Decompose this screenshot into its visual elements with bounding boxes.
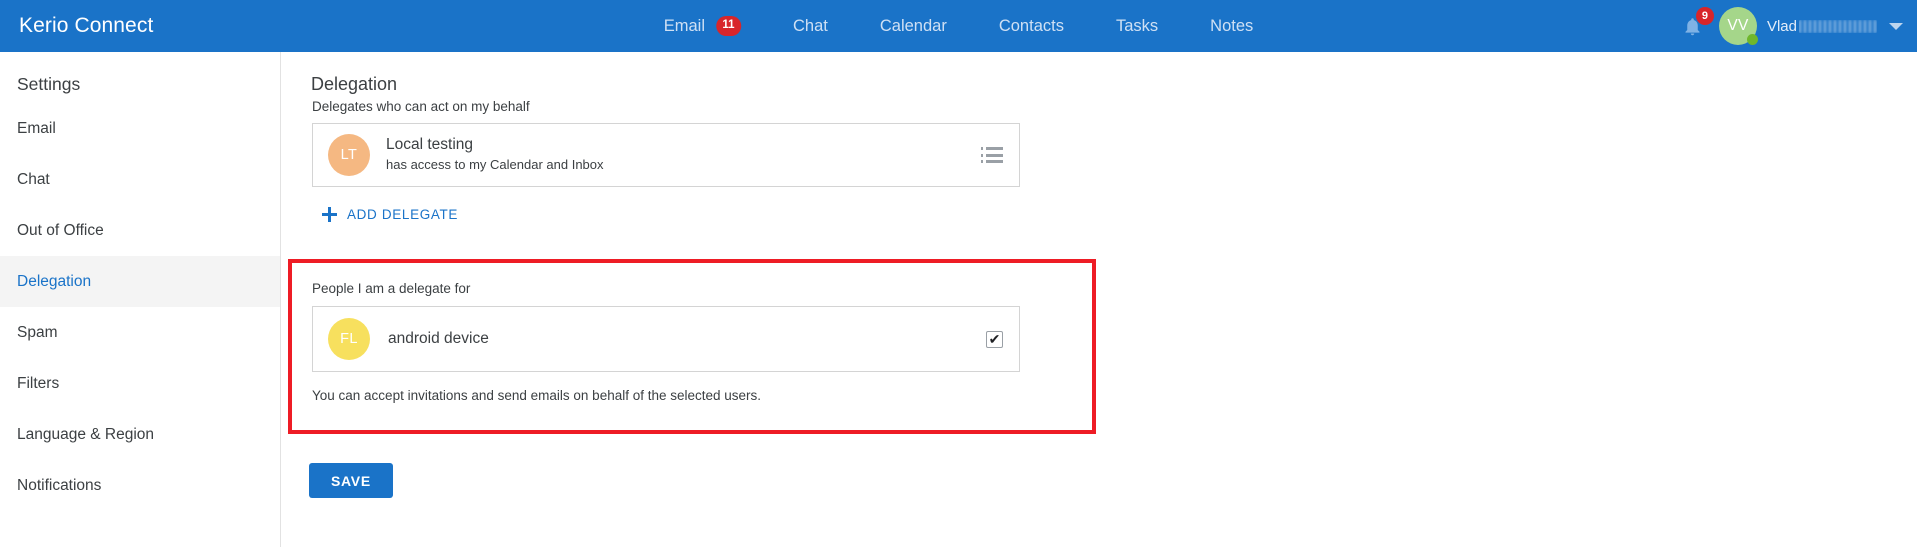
sidebar-item-label: Out of Office — [17, 221, 104, 239]
online-status-dot — [1746, 34, 1758, 45]
nav-item-calendar[interactable]: Calendar — [854, 0, 973, 52]
sidebar-item-label: Language & Region — [17, 425, 155, 443]
sidebar-item-chat[interactable]: Chat — [0, 154, 280, 205]
delegate-for-highlight-box: People I am a delegate for FL android de… — [288, 259, 1096, 434]
delegate-for-avatar: FL — [328, 318, 370, 360]
page-body: Settings Email Chat Out of Office Delega… — [0, 52, 1917, 547]
sidebar-item-out-of-office[interactable]: Out of Office — [0, 205, 280, 256]
sidebar-item-notifications[interactable]: Notifications — [0, 460, 280, 511]
nav-item-tasks[interactable]: Tasks — [1090, 0, 1184, 52]
sidebar-item-label: Filters — [17, 374, 60, 392]
notification-count-badge: 9 — [1695, 7, 1714, 25]
sidebar-item-language-region[interactable]: Language & Region — [0, 409, 280, 460]
delegate-name: Local testing — [386, 136, 474, 154]
notifications-button[interactable]: 9 — [1673, 6, 1714, 46]
chevron-down-icon[interactable] — [1889, 22, 1903, 30]
delegate-for-card[interactable]: FL android device ✔ — [312, 306, 1020, 372]
delegation-content: Delegation Delegates who can act on my b… — [281, 52, 1917, 547]
user-first-name: Vlad — [1766, 17, 1797, 35]
settings-sidebar: Settings Email Chat Out of Office Delega… — [0, 52, 281, 547]
nav-item-chat[interactable]: Chat — [767, 0, 854, 52]
plus-icon — [322, 207, 337, 222]
redacted-last-name — [1799, 19, 1877, 33]
primary-nav: Email 11 Chat Calendar Contacts Tasks No… — [638, 0, 1280, 52]
delegate-for-helper-text: You can accept invitations and send emai… — [312, 388, 762, 403]
sidebar-item-label: Email — [17, 119, 56, 137]
user-name-label[interactable]: Vlad — [1767, 18, 1877, 35]
sidebar-item-label: Spam — [17, 323, 58, 341]
nav-item-label: Email — [663, 17, 706, 35]
app-brand-title: Kerio Connect — [19, 14, 154, 37]
nav-item-label: Tasks — [1115, 17, 1159, 35]
top-app-bar: Kerio Connect Email 11 Chat Calendar Con… — [0, 0, 1917, 52]
nav-item-label: Notes — [1210, 17, 1254, 35]
avatar[interactable]: VV — [1718, 7, 1758, 45]
nav-item-notes[interactable]: Notes — [1184, 0, 1279, 52]
nav-item-label: Calendar — [879, 17, 947, 35]
nav-item-label: Contacts — [998, 17, 1064, 35]
list-menu-icon[interactable] — [981, 147, 1003, 163]
nav-item-email[interactable]: Email 11 — [638, 0, 767, 52]
email-unread-badge: 11 — [716, 16, 742, 36]
delegate-text-block: Local testing has access to my Calendar … — [386, 135, 981, 175]
add-delegate-label: ADD DELEGATE — [347, 207, 459, 222]
avatar-initials: LT — [340, 147, 358, 163]
check-icon: ✔ — [988, 330, 1001, 347]
sidebar-item-label: Delegation — [17, 272, 92, 290]
add-delegate-button[interactable]: ADD DELEGATE — [322, 207, 458, 222]
sidebar-item-email[interactable]: Email — [0, 103, 280, 154]
delegate-avatar: LT — [328, 134, 370, 176]
delegates-section-label: Delegates who can act on my behalf — [312, 99, 530, 114]
avatar-initials: VV — [1727, 17, 1749, 34]
sidebar-item-filters[interactable]: Filters — [0, 358, 280, 409]
nav-item-label: Chat — [793, 17, 828, 35]
sidebar-item-spam[interactable]: Spam — [0, 307, 280, 358]
sidebar-item-label: Notifications — [17, 476, 102, 494]
delegate-for-checkbox[interactable]: ✔ — [986, 330, 1003, 348]
page-title: Delegation — [311, 74, 398, 94]
delegate-for-name: android device — [388, 330, 489, 347]
sidebar-item-label: Chat — [17, 170, 50, 188]
top-bar-right-cluster: 9 VV Vlad — [1673, 6, 1903, 46]
nav-item-contacts[interactable]: Contacts — [973, 0, 1090, 52]
delegate-for-section-label: People I am a delegate for — [312, 281, 471, 296]
delegate-permissions: has access to my Calendar and Inbox — [386, 157, 604, 173]
avatar-initials: FL — [340, 331, 358, 347]
sidebar-title: Settings — [17, 74, 81, 94]
sidebar-item-delegation[interactable]: Delegation — [0, 256, 280, 307]
save-button[interactable]: SAVE — [309, 463, 393, 498]
delegate-card[interactable]: LT Local testing has access to my Calend… — [312, 123, 1020, 187]
